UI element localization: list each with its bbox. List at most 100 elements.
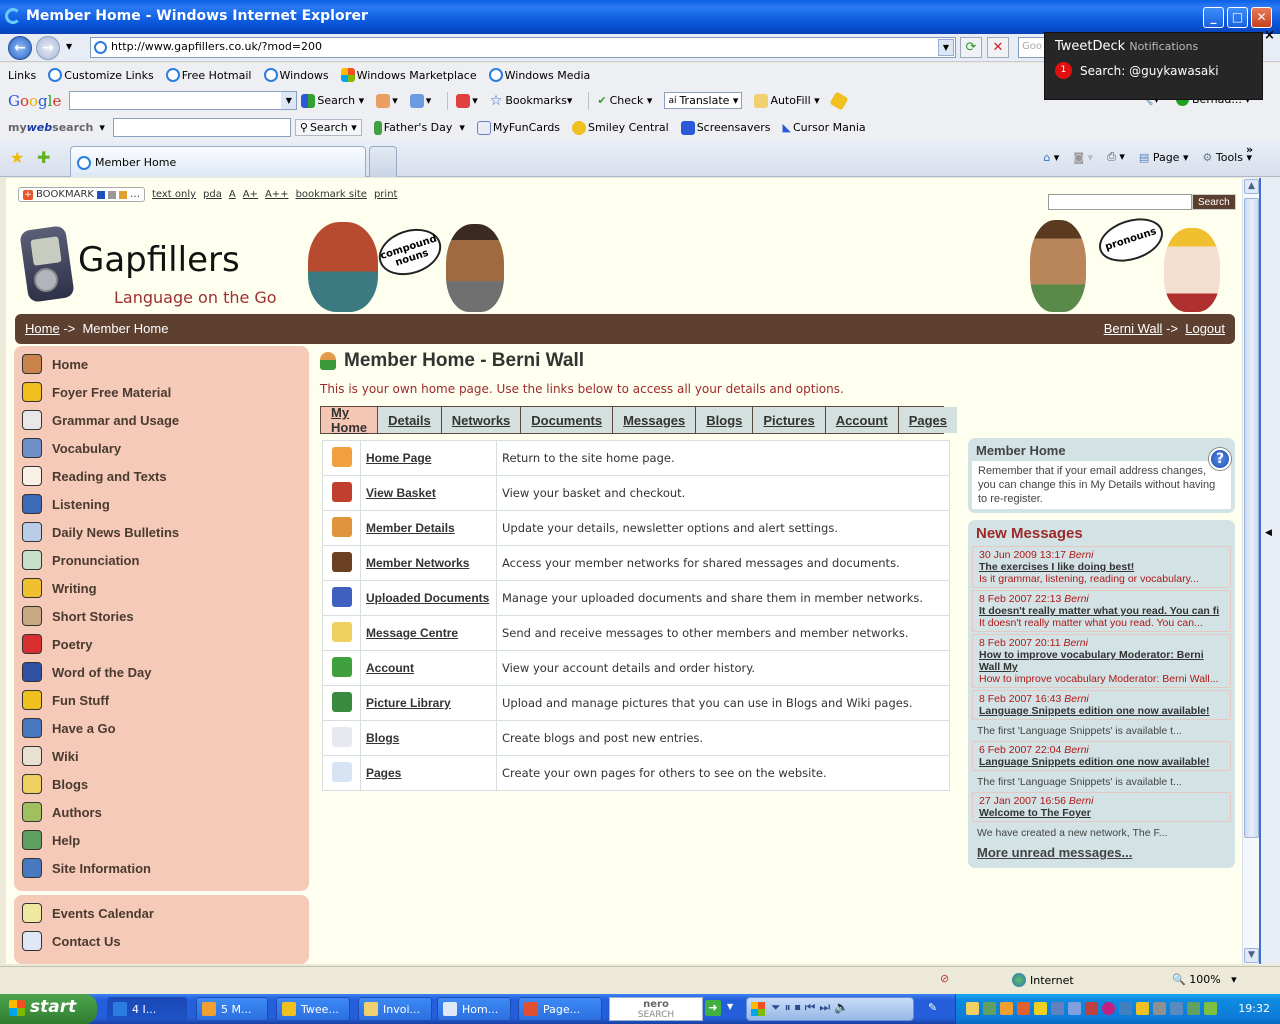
smiley-central-button[interactable]: Smiley Central	[572, 120, 669, 135]
tray-app-icon[interactable]	[983, 1002, 996, 1015]
home-button[interactable]: ⌂ ▾	[1043, 151, 1059, 164]
media-buttons[interactable]: ⏷⏸⏹⏮⏭🔈	[771, 1000, 853, 1015]
sidebar-item-authors[interactable]: Authors	[14, 798, 309, 826]
message-subject-link[interactable]: Language Snippets edition one now availa…	[979, 756, 1224, 768]
go-arrow-icon[interactable]: ➜	[705, 1000, 721, 1016]
picture-library-link[interactable]: Picture Library	[366, 696, 451, 710]
zoom-level-button[interactable]: 🔍 100% ▾	[1172, 973, 1237, 986]
tab-member-home[interactable]: Member Home	[70, 146, 366, 177]
tray-app-icon[interactable]	[1187, 1002, 1200, 1015]
text-only-link[interactable]: text only	[152, 189, 196, 200]
highlight-button[interactable]	[829, 90, 849, 111]
sidebar-item-events-calendar[interactable]: Events Calendar	[14, 899, 309, 927]
link-customize-links[interactable]: Customize Links	[48, 68, 154, 82]
link-windows-marketplace[interactable]: Windows Marketplace	[340, 68, 477, 82]
new-tab-button[interactable]	[369, 146, 397, 177]
pda-link[interactable]: pda	[203, 189, 222, 200]
favorites-star-icon[interactable]: ★	[10, 148, 24, 167]
clock-app-icon[interactable]	[1000, 1002, 1013, 1015]
privacy-blocked-icon[interactable]: ⊘	[940, 972, 949, 985]
tray-app-icon[interactable]	[1017, 1002, 1030, 1015]
maximize-button[interactable]: □	[1227, 7, 1248, 28]
sidebar-item-short-stories[interactable]: Short Stories	[14, 602, 309, 630]
sidebar-item-listening[interactable]: Listening	[14, 490, 309, 518]
collapse-arrow-icon[interactable]: ◀	[1265, 528, 1272, 538]
font-size-normal-link[interactable]: A	[229, 189, 236, 200]
vertical-scrollbar[interactable]: ▲ ▼	[1242, 178, 1259, 964]
account-icon[interactable]	[331, 656, 352, 677]
mws-dropdown-icon[interactable]: ▾	[99, 121, 105, 134]
pen-icon[interactable]: ✎	[928, 1001, 937, 1014]
media-player-controls[interactable]: ⏷⏸⏹⏮⏭🔈	[746, 997, 914, 1021]
picture-icon[interactable]	[331, 691, 352, 712]
sidebar-item-wiki[interactable]: Wiki	[14, 742, 309, 770]
autofill-button[interactable]: AutoFill ▾	[754, 93, 820, 108]
site-search-button[interactable]: Search	[1192, 194, 1236, 210]
nero-search-box[interactable]: nero SEARCH	[609, 997, 703, 1021]
url-input[interactable]: http://www.gapfillers.co.uk/?mod=200 ▼	[90, 37, 956, 58]
message-subject-link[interactable]: Welcome to The Foyer	[979, 807, 1224, 819]
documents-icon[interactable]	[331, 586, 352, 607]
sidebar-item-contact-us[interactable]: Contact Us	[14, 927, 309, 955]
sidebar-item-pronunciation[interactable]: Pronunciation	[14, 546, 309, 574]
sidebar-item-vocabulary[interactable]: Vocabulary	[14, 434, 309, 462]
taskbar-item-page[interactable]: Page...	[518, 997, 602, 1021]
member-details-link[interactable]: Member Details	[366, 521, 455, 535]
add-button[interactable]: ▾	[409, 93, 431, 108]
link-free-hotmail[interactable]: Free Hotmail	[165, 68, 252, 82]
scroll-down-button[interactable]: ▼	[1244, 948, 1259, 963]
tab-pictures[interactable]: Pictures	[753, 407, 826, 433]
mywebsearch-search-button[interactable]: ⚲ Search ▾	[294, 119, 362, 136]
account-link[interactable]: Account	[366, 661, 414, 675]
myfuncards-button[interactable]: MyFunCards	[476, 120, 560, 135]
print-button[interactable]: ⎙ ▾	[1107, 150, 1125, 164]
font-size-xlarge-link[interactable]: A++	[265, 189, 289, 200]
member-networks-link[interactable]: Member Networks	[366, 556, 469, 570]
basket-icon[interactable]	[331, 481, 352, 502]
tab-documents[interactable]: Documents	[521, 407, 614, 433]
view-basket-link[interactable]: View Basket	[366, 486, 436, 500]
site-search-input[interactable]	[1048, 194, 1192, 210]
message-subject-link[interactable]: It doesn't really matter what you read. …	[979, 605, 1224, 617]
tweetdeck-close-icon[interactable]: ×	[1264, 28, 1275, 43]
tray-app-icon[interactable]	[1119, 1002, 1132, 1015]
taskbar-item-4-i[interactable]: 4 I...	[107, 997, 187, 1021]
nvidia-icon[interactable]	[1204, 1002, 1217, 1015]
page-menu-button[interactable]: ▤ Page ▾	[1139, 151, 1189, 164]
mail-icon[interactable]	[966, 1002, 979, 1015]
scroll-up-button[interactable]: ▲	[1244, 179, 1259, 194]
home-icon[interactable]	[331, 446, 352, 467]
forward-button[interactable]: →	[36, 36, 60, 60]
tools-menu-button[interactable]: ⚙ Tools ▾	[1202, 151, 1252, 164]
print-link[interactable]: print	[374, 189, 398, 200]
history-dropdown-icon[interactable]: ▼	[66, 42, 72, 51]
pages-link[interactable]: Pages	[366, 766, 401, 780]
clock[interactable]: 19:32	[1238, 1002, 1270, 1015]
screensavers-button[interactable]: Screensavers	[680, 120, 771, 135]
user-edit-icon[interactable]	[331, 516, 352, 537]
taskbar-item-5-m[interactable]: 5 M...	[196, 997, 268, 1021]
google-search-button[interactable]: Search ▾	[301, 93, 364, 108]
blocked-button[interactable]: ▾	[456, 93, 478, 108]
sidebar-item-reading-and-texts[interactable]: Reading and Texts	[14, 462, 309, 490]
spell-check-button[interactable]: ✔ Check ▾	[597, 94, 652, 107]
logout-link[interactable]: Logout	[1185, 321, 1225, 336]
tab-pages[interactable]: Pages	[898, 407, 957, 433]
close-button[interactable]: ✕	[1251, 7, 1272, 28]
sidebar-item-help[interactable]: Help	[14, 826, 309, 854]
sidebar-item-grammar-and-usage[interactable]: Grammar and Usage	[14, 406, 309, 434]
sidebar-item-daily-news-bulletins[interactable]: Daily News Bulletins	[14, 518, 309, 546]
minimize-button[interactable]: _	[1203, 7, 1224, 28]
add-favorites-icon[interactable]: ✚	[37, 148, 50, 167]
sidebar-item-blogs[interactable]: Blogs	[14, 770, 309, 798]
feeds-button[interactable]: ◙ ▾	[1073, 151, 1093, 164]
start-button[interactable]: start	[0, 994, 97, 1024]
tab-networks[interactable]: Networks	[441, 407, 522, 433]
tab-messages[interactable]: Messages	[613, 407, 697, 433]
mp3-player-logo-icon[interactable]	[19, 218, 76, 303]
translate-button[interactable]: aí Translate ▾	[664, 92, 743, 109]
home-page-link[interactable]: Home Page	[366, 451, 431, 465]
site-name[interactable]: Gapfillers	[78, 240, 240, 280]
message-subject-link[interactable]: How to improve vocabulary Moderator: Ber…	[979, 649, 1224, 673]
message-centre-link[interactable]: Message Centre	[366, 626, 458, 640]
